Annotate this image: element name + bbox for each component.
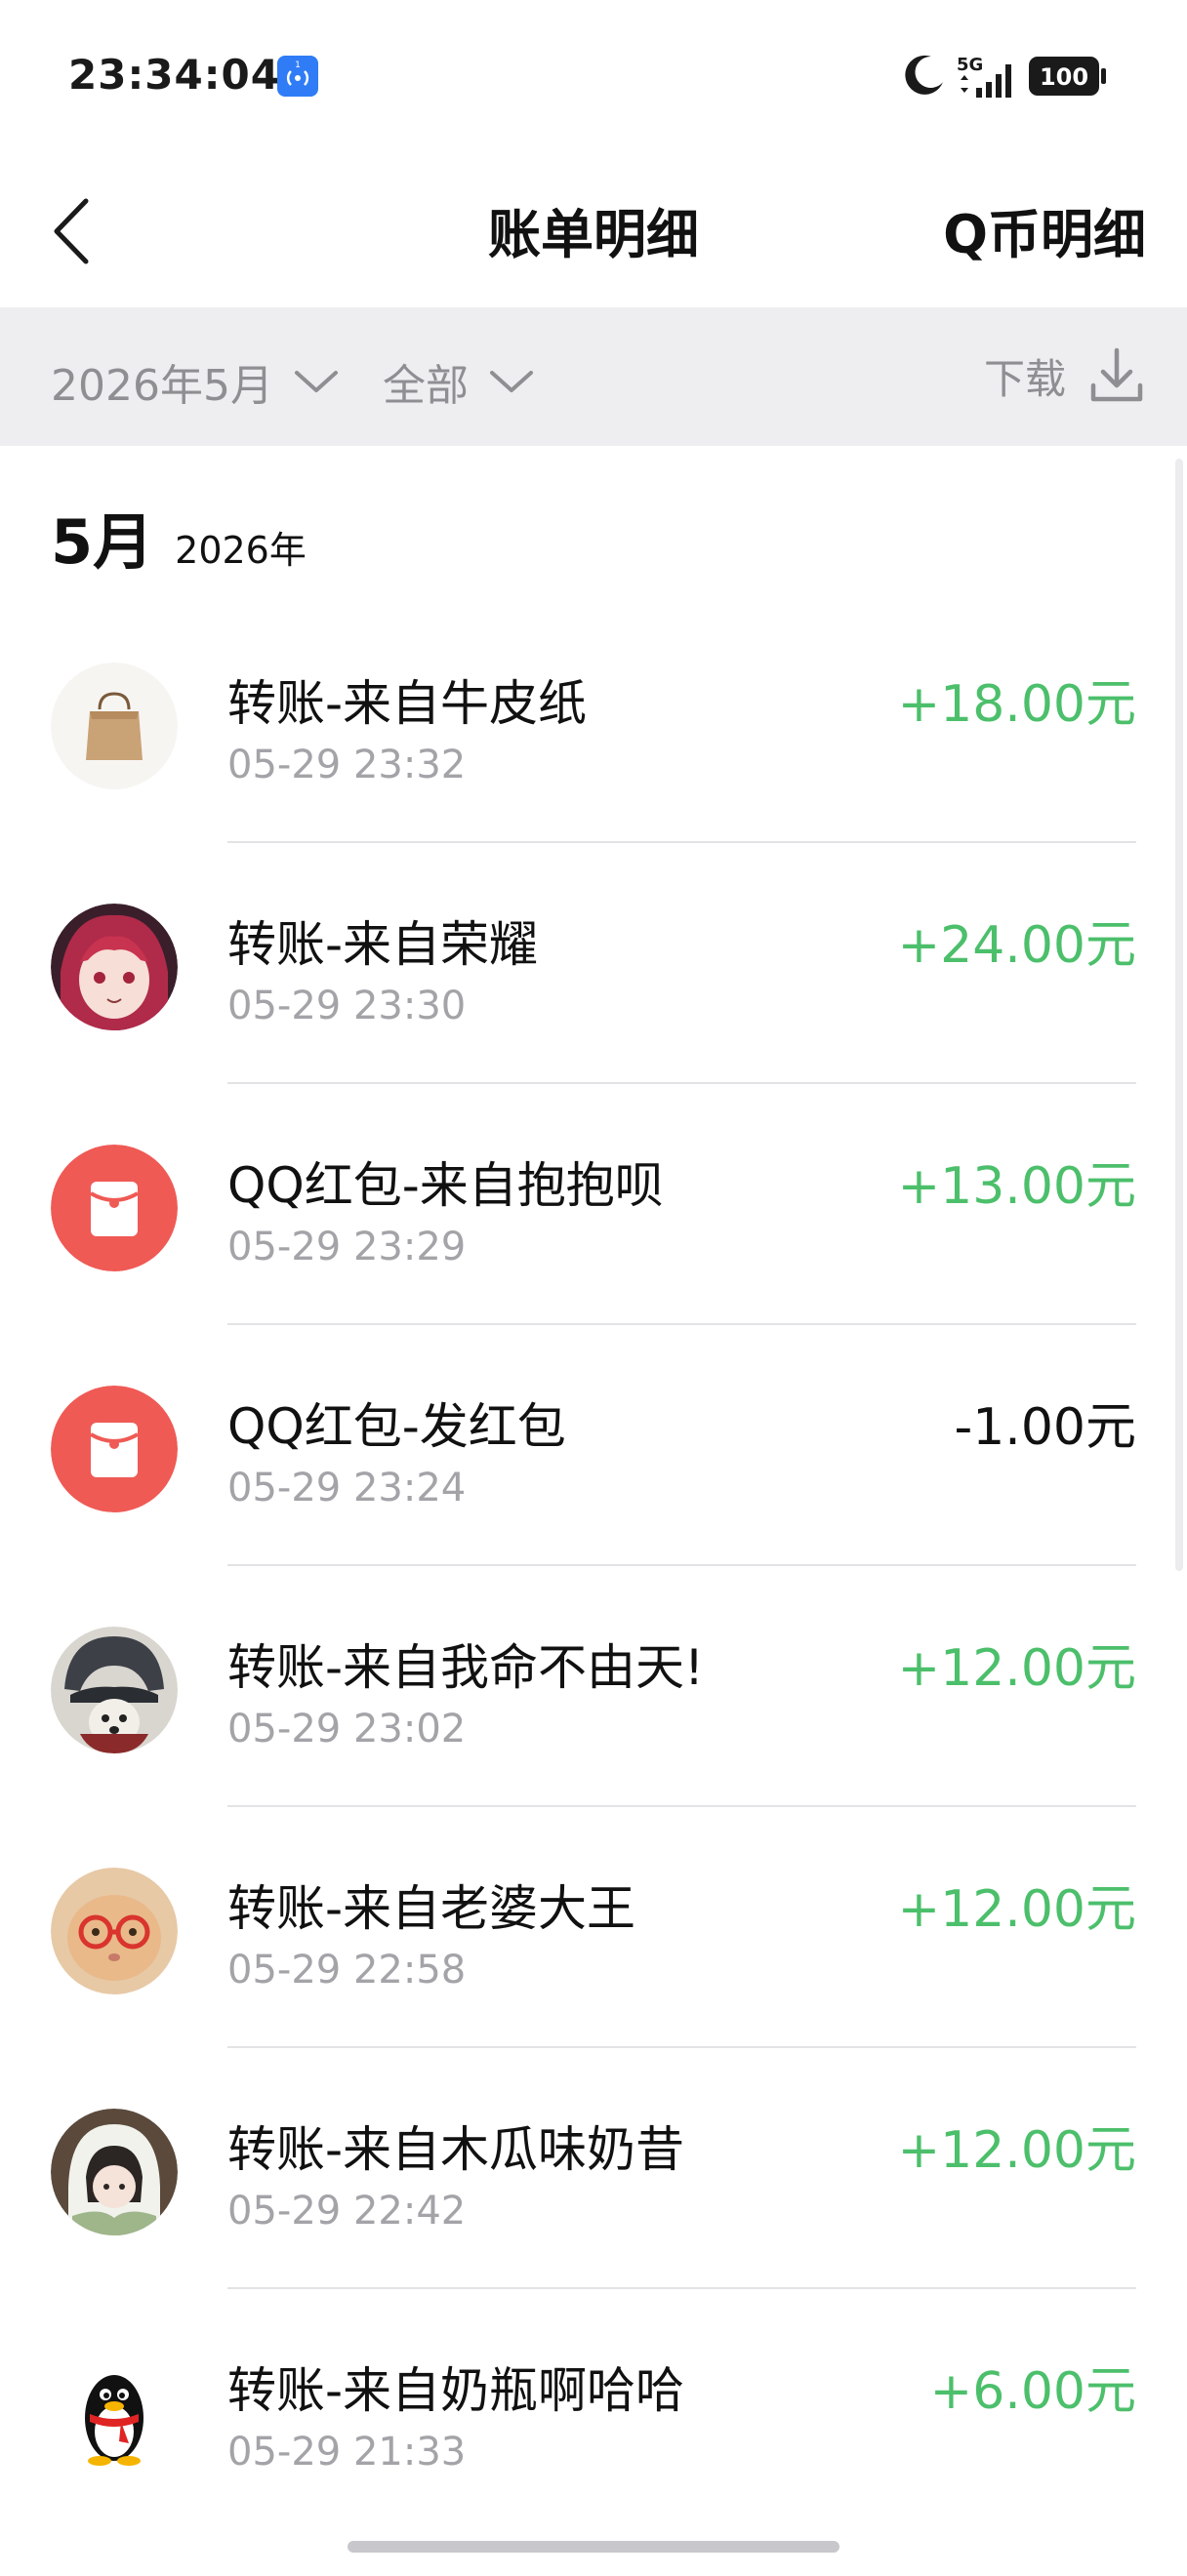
month-filter-dropdown[interactable]: 2026年5月 [51,350,342,413]
transaction-amount: +12.00元 [897,1880,1136,1939]
anime-girl-avatar [51,904,178,1030]
shopping-bag-avatar [51,663,178,789]
transaction-title: 转账-来自荣耀 [227,916,539,973]
status-bar: 23:34:04 1 5G 100 [0,0,1187,146]
moon-icon [905,55,943,95]
dog-hat-avatar [51,1627,178,1753]
q-coin-details-link[interactable]: Q币明细 [943,191,1146,268]
chevron-down-icon [490,371,533,392]
transaction-title: QQ红包-发红包 [227,1398,566,1455]
transaction-row[interactable]: 转账-来自荣耀 05-29 23:30 +24.00元 [0,843,1187,1084]
transaction-row[interactable]: 转账-来自我命不由天! 05-29 23:02 +12.00元 [0,1566,1187,1807]
bill-details-page: 23:34:04 1 5G 100 账单明细 Q币明细 2026年5月 全部 下… [0,0,1187,2576]
qq-penguin-avatar [51,2350,178,2476]
transaction-title: 转账-来自老婆大王 [227,1880,636,1937]
scrollbar[interactable] [1175,459,1183,1571]
transaction-time: 05-29 23:30 [227,984,467,1028]
transaction-amount: +24.00元 [897,916,1136,975]
transaction-row[interactable]: 转账-来自牛皮纸 05-29 23:32 +18.00元 [0,602,1187,843]
battery-icon: 100 [1027,55,1109,101]
download-button[interactable]: 下载 [984,344,1146,407]
svg-text:1: 1 [295,60,301,70]
transaction-time: 05-29 23:32 [227,743,467,787]
girl-hood-avatar [51,2109,178,2235]
transaction-time: 05-29 23:02 [227,1707,467,1751]
download-icon [1090,347,1143,402]
transaction-amount: +12.00元 [897,2121,1136,2180]
red-packet-icon [51,1386,178,1512]
transaction-title: 转账-来自牛皮纸 [227,675,588,732]
chevron-down-icon [294,371,338,392]
type-filter-label: 全部 [383,361,469,411]
section-header: 5月 2026年 [51,493,307,581]
section-month: 5月 [51,506,154,578]
type-filter-dropdown[interactable]: 全部 [383,350,537,413]
transaction-title: 转账-来自奶瓶啊哈哈 [227,2362,685,2419]
transaction-time: 05-29 22:42 [227,2189,467,2234]
hotspot-icon: 1 [277,56,318,97]
transaction-amount: +18.00元 [897,675,1136,734]
battery-level: 100 [1040,63,1088,91]
filter-bar: 2026年5月 全部 下载 [0,307,1187,446]
signal-icon: 5G [955,51,1023,105]
network-type: 5G [957,55,983,75]
month-filter-label: 2026年5月 [51,361,273,411]
transaction-time: 05-29 23:24 [227,1466,467,1510]
transaction-time: 05-29 22:58 [227,1948,467,1992]
transaction-amount: +12.00元 [897,1639,1136,1698]
transaction-title: 转账-来自我命不由天! [227,1639,705,1696]
transaction-amount: +13.00元 [897,1157,1136,1216]
transaction-list: 转账-来自牛皮纸 05-29 23:32 +18.00元 转账-来自荣耀 05-… [0,602,1187,2530]
transaction-time: 05-29 21:33 [227,2430,467,2475]
status-time: 23:34:04 [68,51,280,99]
nav-header: 账单明细 Q币明细 [0,146,1187,307]
download-label: 下载 [983,354,1066,403]
transaction-row[interactable]: QQ红包-来自抱抱呗 05-29 23:29 +13.00元 [0,1084,1187,1325]
transaction-row[interactable]: 转账-来自木瓜味奶昔 05-29 22:42 +12.00元 [0,2048,1187,2289]
home-indicator[interactable] [348,2541,839,2553]
transaction-amount: -1.00元 [954,1398,1136,1457]
red-packet-icon [51,1145,178,1271]
status-indicators: 5G 100 [902,51,1117,101]
transaction-time: 05-29 23:29 [227,1225,467,1269]
transaction-row[interactable]: 转账-来自老婆大王 05-29 22:58 +12.00元 [0,1807,1187,2048]
transaction-title: QQ红包-来自抱抱呗 [227,1157,664,1214]
transaction-title: 转账-来自木瓜味奶昔 [227,2121,685,2178]
section-year: 2026年 [175,529,307,572]
transaction-row[interactable]: QQ红包-发红包 05-29 23:24 -1.00元 [0,1325,1187,1566]
cat-glasses-avatar [51,1868,178,1994]
transaction-row[interactable]: 转账-来自奶瓶啊哈哈 05-29 21:33 +6.00元 [0,2289,1187,2530]
transaction-amount: +6.00元 [929,2362,1136,2421]
